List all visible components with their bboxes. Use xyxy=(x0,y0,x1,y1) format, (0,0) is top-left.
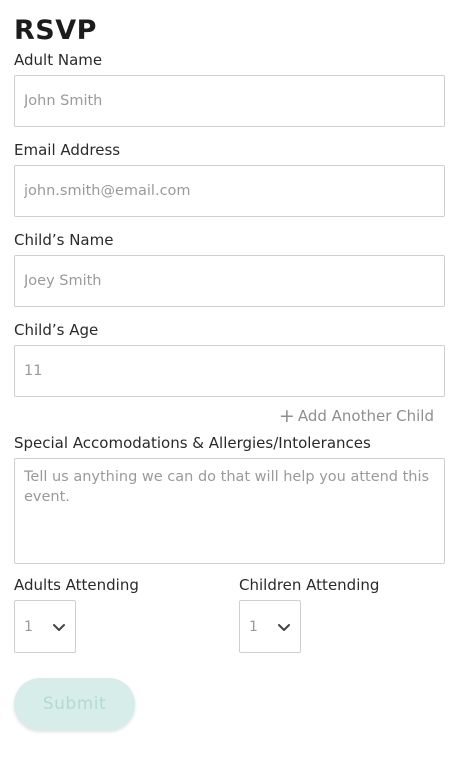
add-another-child-link[interactable]: + Add Another Child xyxy=(14,406,434,426)
email-label: Email Address xyxy=(14,141,121,159)
page-title: RSVP xyxy=(14,15,97,46)
children-attending-label: Children Attending xyxy=(239,576,380,594)
children-attending-value: 1 xyxy=(249,618,258,635)
adults-attending-label: Adults Attending xyxy=(14,576,139,594)
children-attending-group: Children Attending 1 xyxy=(239,575,439,653)
adult-name-input[interactable] xyxy=(14,75,445,127)
chevron-down-icon xyxy=(53,623,65,631)
adults-attending-select[interactable]: 1 xyxy=(14,600,76,653)
special-accommodations-textarea[interactable] xyxy=(14,458,445,564)
add-another-child-label: Add Another Child xyxy=(297,407,434,425)
adult-name-label: Adult Name xyxy=(14,51,103,69)
child-age-label: Child’s Age xyxy=(14,321,99,339)
adults-attending-value: 1 xyxy=(24,618,33,635)
child-name-label: Child’s Name xyxy=(14,231,114,249)
adults-attending-group: Adults Attending 1 xyxy=(14,575,239,653)
children-attending-select[interactable]: 1 xyxy=(239,600,301,653)
child-name-input[interactable] xyxy=(14,255,445,307)
child-age-input[interactable] xyxy=(14,345,445,397)
submit-button[interactable]: Submit xyxy=(14,678,135,730)
attendance-row: Adults Attending 1 Children Attending 1 xyxy=(14,575,446,653)
email-input[interactable] xyxy=(14,165,445,217)
rsvp-form: RSVP Adult Name Email Address Child’s Na… xyxy=(14,14,446,730)
plus-icon: + xyxy=(278,405,295,427)
special-accommodations-label: Special Accomodations & Allergies/Intole… xyxy=(14,434,371,452)
chevron-down-icon xyxy=(278,623,290,631)
